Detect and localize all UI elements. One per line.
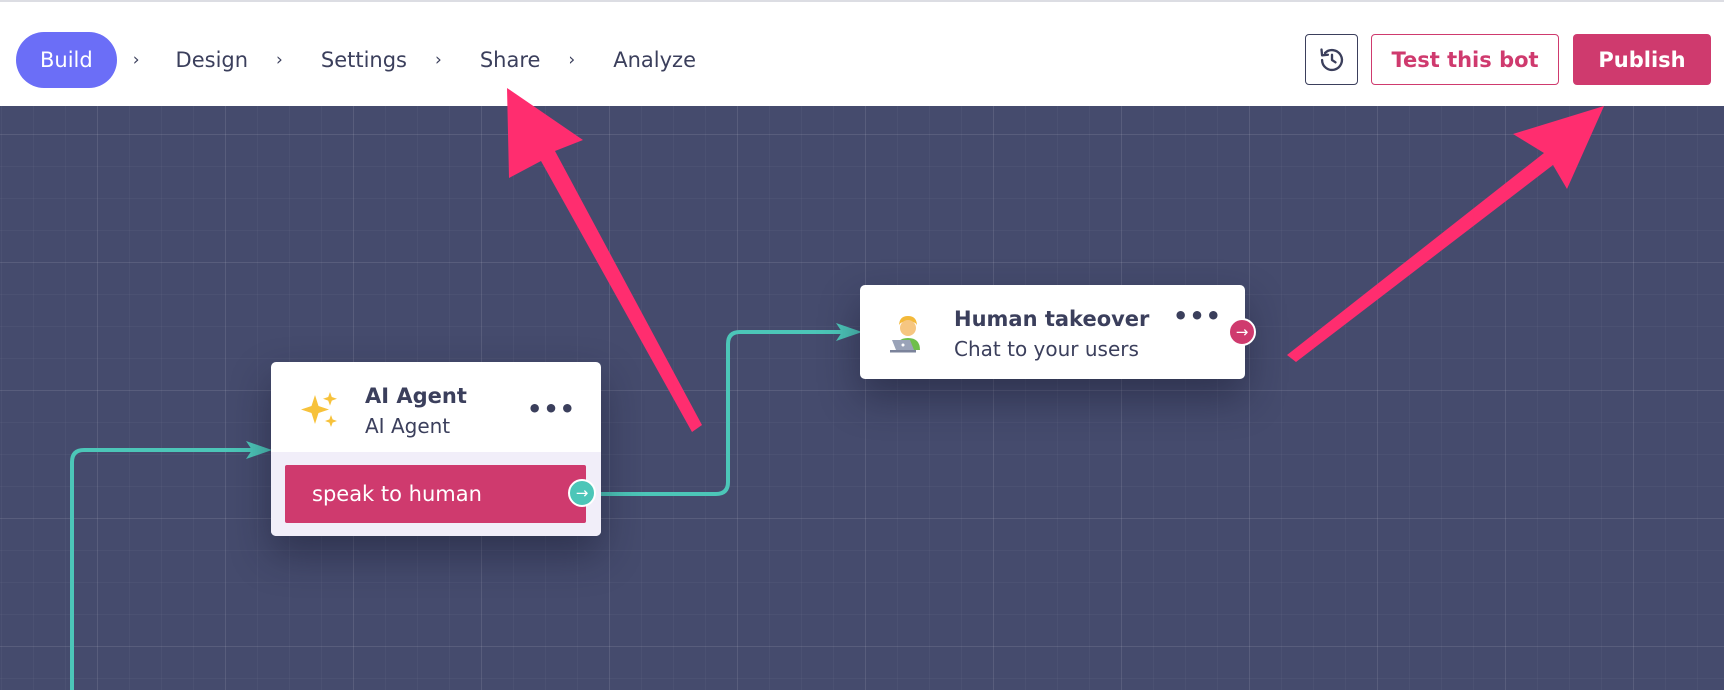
speak-to-human-choice[interactable]: speak to human <box>285 465 586 523</box>
test-bot-button[interactable]: Test this bot <box>1371 34 1559 85</box>
arrow-right-icon: → <box>575 484 589 502</box>
human-takeover-output-port[interactable]: → <box>1228 318 1256 346</box>
ai-agent-node-menu-button[interactable]: ••• <box>527 395 576 423</box>
step-navigation: Build › Design › Settings › Share › Anal… <box>16 32 696 88</box>
nav-design[interactable]: Design <box>176 48 249 72</box>
human-takeover-node-subtitle: Chat to your users <box>954 337 1139 361</box>
nav-build[interactable]: Build <box>16 32 117 88</box>
human-takeover-node-title: Human takeover <box>954 307 1150 331</box>
technologist-icon <box>890 316 920 353</box>
sparkles-icon <box>301 392 337 427</box>
speak-to-human-output-port[interactable]: → <box>568 479 596 507</box>
nav-analyze[interactable]: Analyze <box>613 48 696 72</box>
human-takeover-node[interactable]: Human takeover Chat to your users ••• <box>860 285 1245 379</box>
human-takeover-node-header: Human takeover Chat to your users ••• <box>860 285 1245 379</box>
nav-settings[interactable]: Settings <box>321 48 407 72</box>
nav-separator: › <box>568 50 576 70</box>
ai-agent-node-title: AI Agent <box>365 384 467 408</box>
ai-agent-node-header: AI Agent AI Agent ••• <box>271 362 601 452</box>
nav-separator: › <box>435 50 442 70</box>
publish-button[interactable]: Publish <box>1573 34 1711 85</box>
ai-agent-node-subtitle: AI Agent <box>365 414 451 438</box>
arrow-right-icon: → <box>1235 323 1249 341</box>
human-takeover-node-menu-button[interactable]: ••• <box>1173 302 1222 330</box>
ai-agent-node-choices: speak to human <box>271 452 601 536</box>
history-icon <box>1319 47 1343 71</box>
history-button[interactable] <box>1305 34 1358 85</box>
nav-share[interactable]: Share <box>480 48 541 72</box>
top-bar: Build › Design › Settings › Share › Anal… <box>0 0 1724 106</box>
nav-separator: › <box>132 50 140 70</box>
ai-agent-node[interactable]: AI Agent AI Agent ••• speak to human <box>271 362 601 536</box>
flow-canvas[interactable] <box>0 106 1724 690</box>
nav-separator: › <box>276 50 283 70</box>
